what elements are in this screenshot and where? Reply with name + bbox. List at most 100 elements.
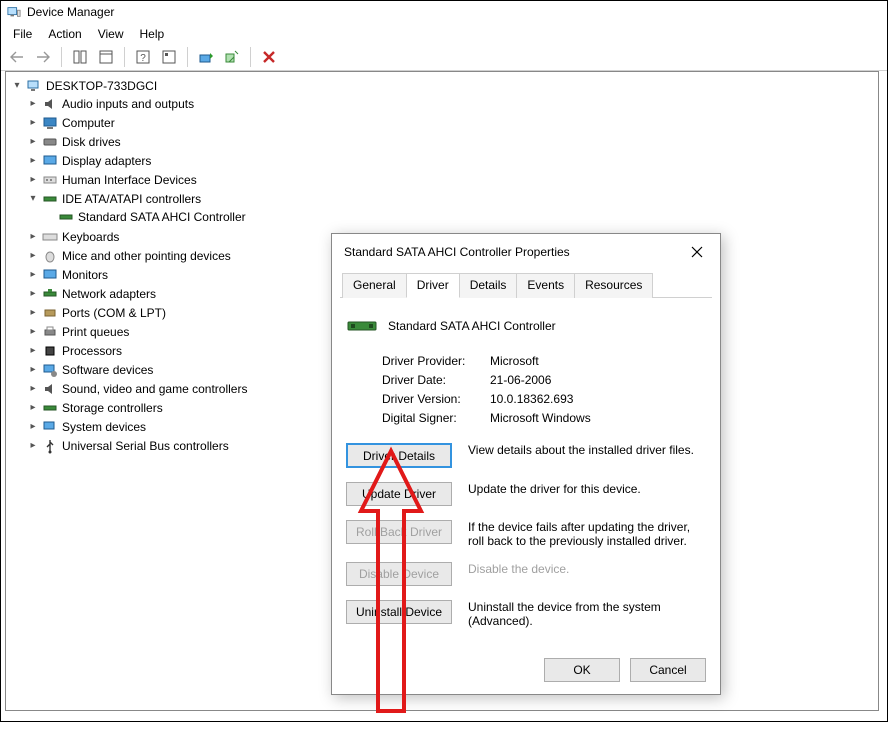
chevron-right-icon[interactable]: ▸ xyxy=(28,346,38,356)
chevron-down-icon[interactable]: ▾ xyxy=(12,81,22,91)
chevron-right-icon[interactable]: ▸ xyxy=(28,327,38,337)
chevron-right-icon[interactable]: ▸ xyxy=(28,270,38,280)
tree-item-label: Disk drives xyxy=(62,135,121,149)
chevron-right-icon[interactable]: ▸ xyxy=(28,99,38,109)
tree-item-hid[interactable]: ▸ Human Interface Devices xyxy=(28,171,872,188)
usb-icon xyxy=(42,438,58,454)
chevron-right-icon[interactable]: ▸ xyxy=(28,308,38,318)
toolbar-back-button xyxy=(5,46,29,68)
toolbar-scan-hardware-button[interactable] xyxy=(157,46,181,68)
tree-item-label: Software devices xyxy=(62,363,153,377)
uninstall-device-button[interactable]: Uninstall Device xyxy=(346,600,452,624)
prop-date-label: Driver Date: xyxy=(382,373,490,387)
toolbar-separator xyxy=(124,47,125,67)
controller-icon xyxy=(58,209,74,225)
toolbar-separator xyxy=(61,47,62,67)
chevron-right-icon[interactable]: ▸ xyxy=(28,289,38,299)
menu-action[interactable]: Action xyxy=(40,25,89,41)
tree-item-label: Sound, video and game controllers xyxy=(62,382,247,396)
tab-resources[interactable]: Resources xyxy=(574,273,653,298)
toolbar-update-driver-button[interactable] xyxy=(194,46,218,68)
chevron-right-icon[interactable]: ▸ xyxy=(28,156,38,166)
toolbar-properties-button[interactable] xyxy=(94,46,118,68)
tree-root[interactable]: ▾ DESKTOP-733DGCI xyxy=(12,77,872,94)
prop-signer-value: Microsoft Windows xyxy=(490,411,591,425)
chevron-right-icon[interactable]: ▸ xyxy=(28,118,38,128)
display-icon xyxy=(42,153,58,169)
chevron-right-icon[interactable]: ▸ xyxy=(28,175,38,185)
toolbar-uninstall-device-button[interactable] xyxy=(220,46,244,68)
monitor-icon xyxy=(42,115,58,131)
hid-icon xyxy=(42,172,58,188)
chevron-right-icon[interactable]: ▸ xyxy=(28,384,38,394)
ok-button[interactable]: OK xyxy=(544,658,620,682)
update-driver-button[interactable]: Update Driver xyxy=(346,482,452,506)
device-name: Standard SATA AHCI Controller xyxy=(388,319,556,333)
audio-icon xyxy=(42,96,58,112)
prop-version-value: 10.0.18362.693 xyxy=(490,392,573,406)
disable-device-desc: Disable the device. xyxy=(468,562,706,576)
tree-root-label: DESKTOP-733DGCI xyxy=(46,79,157,93)
tree-item-label: Print queues xyxy=(62,325,129,339)
window-titlebar: Device Manager xyxy=(1,1,887,23)
tree-item-label: Ports (COM & LPT) xyxy=(62,306,166,320)
toolbar: ? xyxy=(1,43,887,71)
cancel-button[interactable]: Cancel xyxy=(630,658,706,682)
tab-general[interactable]: General xyxy=(342,273,407,298)
toolbar-show-hide-tree-button[interactable] xyxy=(68,46,92,68)
tree-item-disk[interactable]: ▸ Disk drives xyxy=(28,133,872,150)
tree-item-label: Human Interface Devices xyxy=(62,173,197,187)
device-manager-icon xyxy=(7,5,21,19)
menu-view[interactable]: View xyxy=(90,25,132,41)
chevron-down-icon[interactable]: ▾ xyxy=(28,194,38,204)
dialog-title: Standard SATA AHCI Controller Properties xyxy=(344,245,570,259)
driver-actions: Driver Details View details about the in… xyxy=(346,443,706,628)
tab-events[interactable]: Events xyxy=(516,273,575,298)
chevron-right-icon[interactable]: ▸ xyxy=(28,441,38,451)
prop-provider-value: Microsoft xyxy=(490,354,539,368)
main-content: ▾ DESKTOP-733DGCI ▸ Audio inputs and outp… xyxy=(1,71,887,721)
tree-item-sata-controller[interactable]: ▸Standard SATA AHCI Controller xyxy=(44,208,872,225)
toolbar-disable-device-button[interactable] xyxy=(257,46,281,68)
tree-item-ide[interactable]: ▾IDE ATA/ATAPI controllers xyxy=(28,190,872,207)
driver-details-button[interactable]: Driver Details xyxy=(346,443,452,468)
keyboard-icon xyxy=(42,229,58,245)
toolbar-help-button[interactable]: ? xyxy=(131,46,155,68)
chevron-right-icon[interactable]: ▸ xyxy=(28,137,38,147)
svg-text:?: ? xyxy=(140,53,146,64)
tree-item-computer[interactable]: ▸Computer xyxy=(28,114,872,131)
chevron-right-icon[interactable]: ▸ xyxy=(28,403,38,413)
update-driver-desc: Update the driver for this device. xyxy=(468,482,706,496)
network-icon xyxy=(42,286,58,302)
toolbar-forward-button xyxy=(31,46,55,68)
toolbar-separator xyxy=(187,47,188,67)
dialog-titlebar[interactable]: Standard SATA AHCI Controller Properties xyxy=(332,234,720,268)
tree-item-label: Network adapters xyxy=(62,287,156,301)
ide-icon xyxy=(42,191,58,207)
tree-item-label: Standard SATA AHCI Controller xyxy=(78,210,246,224)
tree-item-audio[interactable]: ▸ Audio inputs and outputs xyxy=(28,95,872,112)
menu-file[interactable]: File xyxy=(5,25,40,41)
chevron-right-icon[interactable]: ▸ xyxy=(28,365,38,375)
dialog-body: Standard SATA AHCI Controller Driver Pro… xyxy=(332,298,720,652)
printer-icon xyxy=(42,324,58,340)
chevron-right-icon[interactable]: ▸ xyxy=(28,232,38,242)
menu-help[interactable]: Help xyxy=(132,25,173,41)
chevron-right-icon[interactable]: ▸ xyxy=(28,251,38,261)
speaker-icon xyxy=(42,381,58,397)
software-icon xyxy=(42,362,58,378)
prop-signer-label: Digital Signer: xyxy=(382,411,490,425)
tree-item-label: Universal Serial Bus controllers xyxy=(62,439,229,453)
tab-details[interactable]: Details xyxy=(459,273,518,298)
tree-item-label: Audio inputs and outputs xyxy=(62,97,194,111)
tree-item-display[interactable]: ▸Display adapters xyxy=(28,152,872,169)
rollback-driver-button: Roll Back Driver xyxy=(346,520,452,544)
toolbar-separator xyxy=(250,47,251,67)
chevron-right-icon[interactable]: ▸ xyxy=(28,422,38,432)
tab-driver[interactable]: Driver xyxy=(406,273,460,298)
close-button[interactable] xyxy=(684,242,710,262)
disable-device-button: Disable Device xyxy=(346,562,452,586)
driver-properties: Driver Provider:Microsoft Driver Date:21… xyxy=(382,354,706,425)
menu-bar: File Action View Help xyxy=(1,23,887,43)
tree-item-label: Monitors xyxy=(62,268,108,282)
